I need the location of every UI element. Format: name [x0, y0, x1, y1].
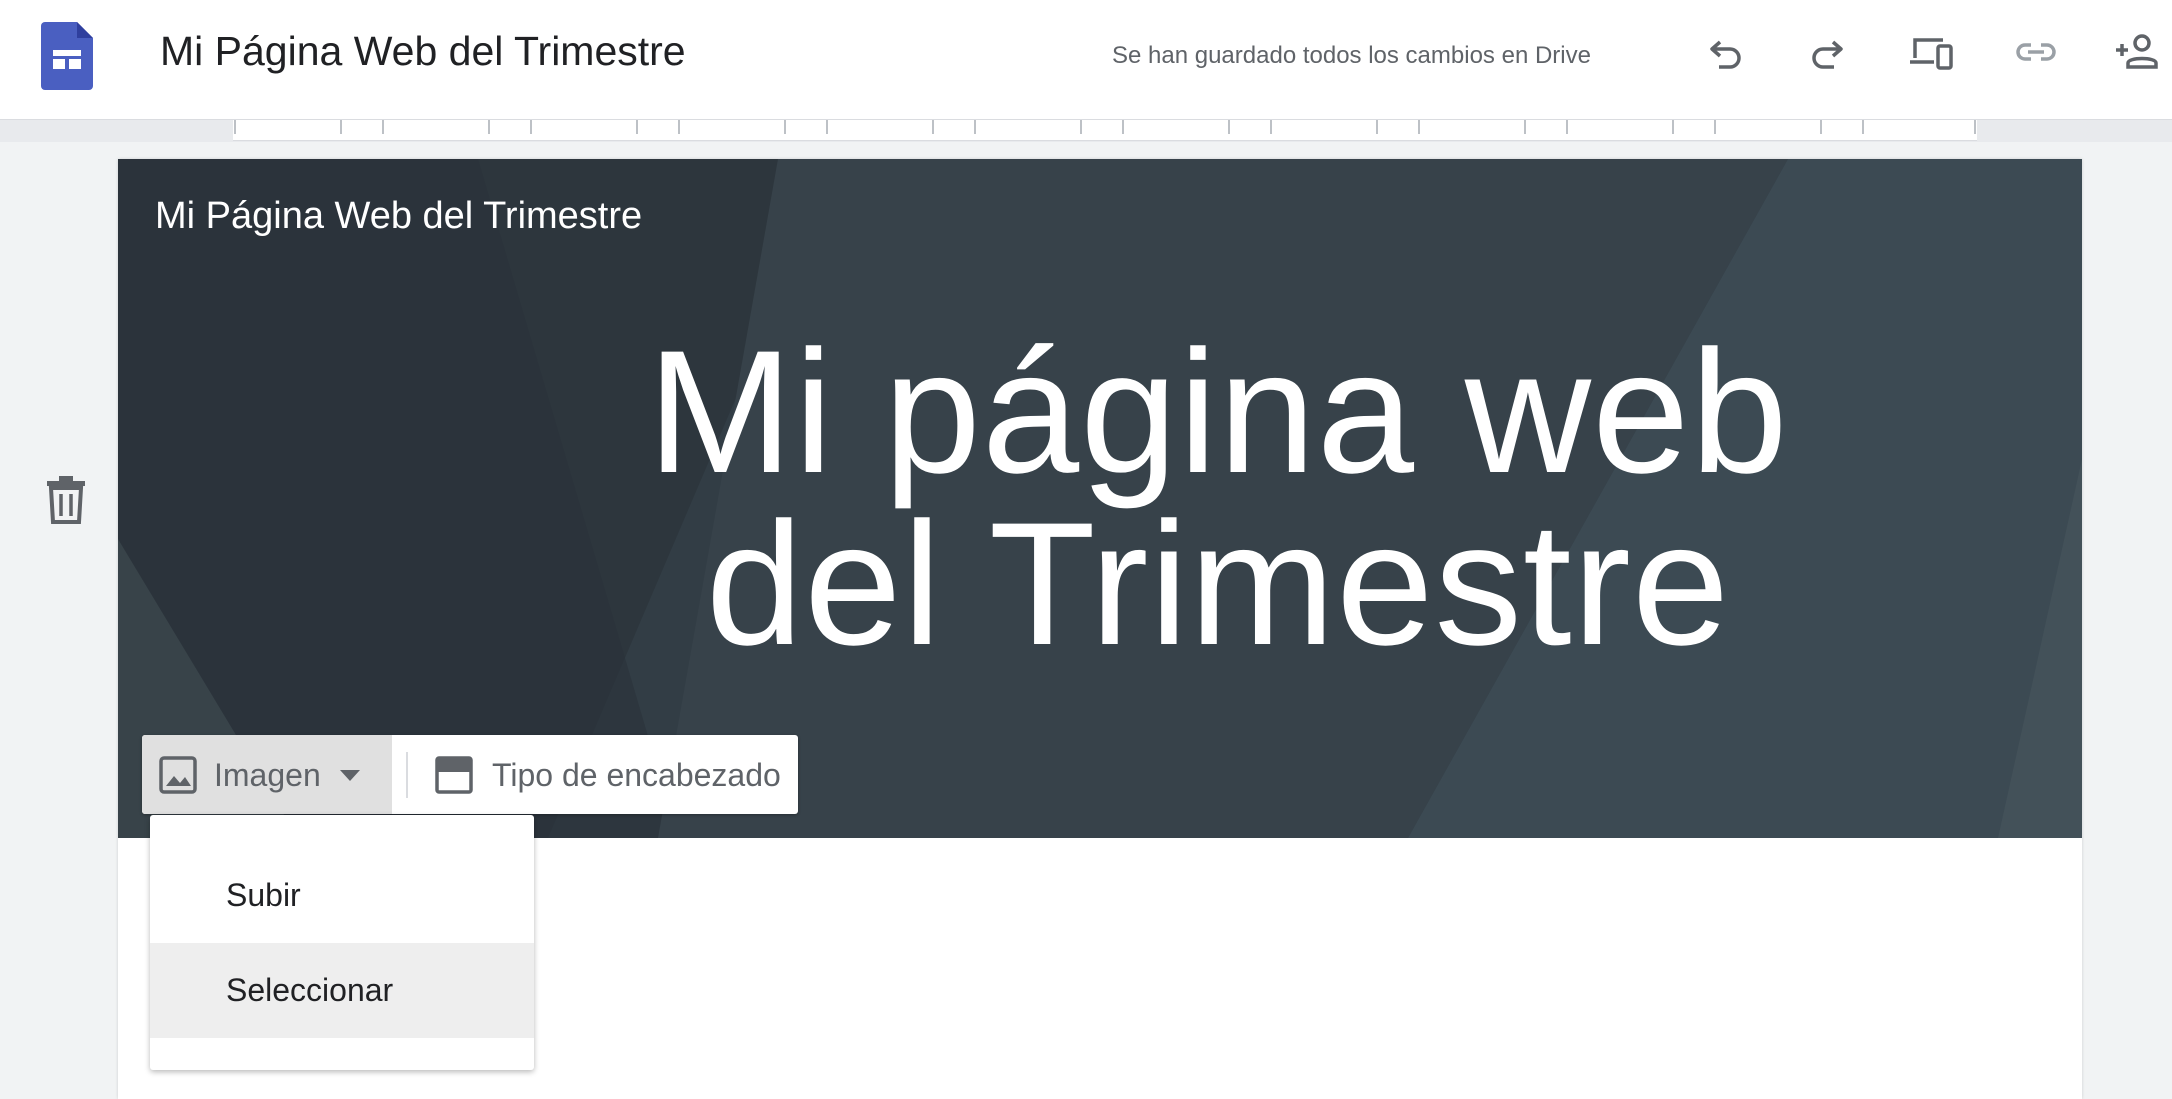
share-icon[interactable] [2112, 26, 2164, 78]
hero-title-line-1: Mi página web [647, 315, 1789, 510]
preview-devices-icon[interactable] [1906, 26, 1958, 78]
delete-section-icon[interactable] [44, 474, 88, 526]
hero-title[interactable]: Mi página web del Trimestre [528, 315, 1908, 682]
top-bar: Mi Página Web del Trimestre Se han guard… [0, 0, 2172, 120]
link-icon[interactable] [2010, 26, 2062, 78]
image-button[interactable]: Imagen [142, 735, 392, 814]
menu-item-label: Seleccionar [226, 972, 394, 1008]
header-type-icon [435, 756, 473, 794]
image-button-label: Imagen [214, 757, 321, 793]
save-status: Se han guardado todos los cambios en Dri… [1112, 42, 1591, 69]
image-dropdown-menu: Subir Seleccionar [150, 815, 534, 1070]
site-name[interactable]: Mi Página Web del Trimestre [155, 195, 642, 238]
header-type-button[interactable]: Tipo de encabezado [412, 735, 798, 814]
ruler [0, 120, 2172, 142]
header-toolbar: Imagen Tipo de encabezado [142, 735, 798, 814]
image-icon [159, 756, 197, 794]
undo-icon[interactable] [1700, 26, 1752, 78]
ruler-track [233, 120, 1977, 141]
hero-title-line-2: del Trimestre [705, 487, 1731, 682]
header-type-label: Tipo de encabezado [492, 757, 781, 793]
redo-icon[interactable] [1801, 26, 1853, 78]
google-sites-logo-icon[interactable] [41, 22, 93, 90]
menu-item-select[interactable]: Seleccionar [150, 943, 534, 1038]
menu-item-upload[interactable]: Subir [150, 848, 534, 943]
document-title[interactable]: Mi Página Web del Trimestre [160, 28, 686, 75]
chevron-down-icon [340, 770, 360, 781]
toolbar-divider [406, 752, 408, 798]
menu-item-label: Subir [226, 877, 301, 913]
